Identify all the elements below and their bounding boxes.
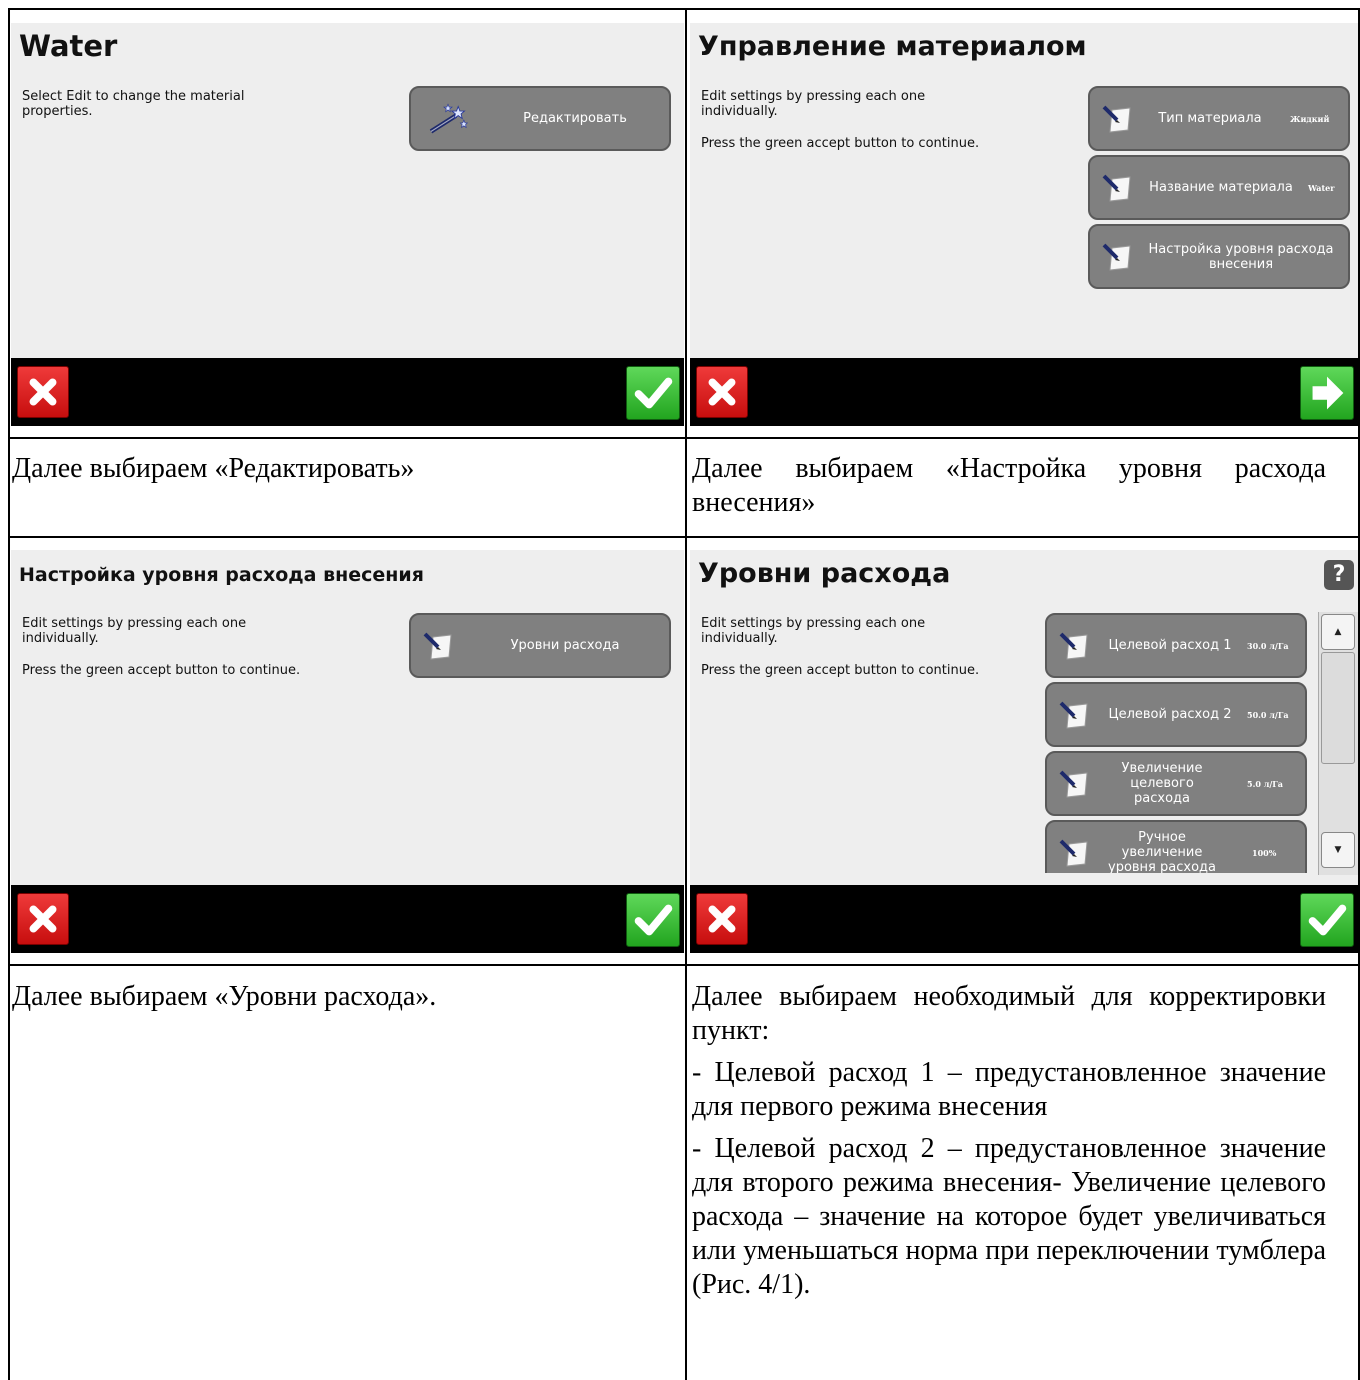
accept-button[interactable] xyxy=(1300,893,1354,947)
cancel-x-icon xyxy=(708,378,736,406)
target-rate-2-button[interactable]: Целевой расход 2 50.0 л/Га xyxy=(1045,682,1307,747)
scroll-up-button[interactable]: ▲ xyxy=(1321,614,1355,650)
table-row-divider-3 xyxy=(8,964,1360,966)
scroll-down-button[interactable]: ▼ xyxy=(1321,832,1355,868)
cancel-button[interactable] xyxy=(696,893,748,945)
cancel-x-icon xyxy=(29,905,57,933)
edit-pencil-icon xyxy=(1102,174,1131,202)
table-border-middle xyxy=(685,8,687,1380)
material-name-button[interactable]: Название материала Water xyxy=(1088,155,1350,220)
screen-description: Select Edit to change the material prope… xyxy=(22,89,312,136)
bottom-toolbar xyxy=(11,358,684,426)
screen-title: Управление материалом xyxy=(698,31,1087,62)
table-row-divider-2 xyxy=(8,536,1360,538)
description-text-2: Press the green accept button to continu… xyxy=(701,136,980,151)
caption-edit: Далее выбираем «Редактировать» xyxy=(12,453,415,484)
caption-items-intro: Далее выбираем необходимый для корректир… xyxy=(692,981,1326,1046)
cancel-x-icon xyxy=(29,378,57,406)
material-type-button[interactable]: Тип материала Жидкий xyxy=(1088,86,1350,151)
cancel-button[interactable] xyxy=(17,893,69,945)
rate-settings-button[interactable]: Настройка уровня расхода внесения xyxy=(1088,224,1350,289)
screen-title: Уровни расхода xyxy=(698,558,951,589)
manual-rate-increase-label: Ручное увеличение уровня расхода xyxy=(1108,830,1216,873)
edit-pencil-icon xyxy=(1059,839,1088,867)
edit-button-label: Редактировать xyxy=(523,111,627,126)
help-button[interactable]: ? xyxy=(1324,560,1354,590)
cancel-button[interactable] xyxy=(696,366,748,418)
rate-increment-button[interactable]: Увеличение целевого расхода 5.0 л/Га xyxy=(1045,751,1307,816)
edit-pencil-icon xyxy=(1102,243,1131,271)
edit-pencil-icon xyxy=(1059,701,1088,729)
screen-title: Water xyxy=(19,29,118,63)
material-type-label: Тип материала xyxy=(1158,111,1262,126)
description-text-2: Press the green accept button to continu… xyxy=(701,663,980,678)
description-text-2: Press the green accept button to continu… xyxy=(22,663,301,678)
target-rate-2-value: 50.0 л/Га xyxy=(1247,709,1289,720)
description-text: Select Edit to change the material prope… xyxy=(22,89,245,119)
material-type-value: Жидкий xyxy=(1290,113,1330,124)
magic-wand-icon xyxy=(429,102,469,133)
bottom-toolbar xyxy=(690,885,1358,953)
screen-description: Edit settings by pressing each one indiv… xyxy=(701,89,991,168)
screen-water: Water Select Edit to change the material… xyxy=(11,23,684,426)
rate-settings-label: Настройка уровня расхода внесения xyxy=(1148,241,1334,272)
next-arrow-icon xyxy=(1312,376,1344,410)
rate-levels-label: Уровни расхода xyxy=(510,638,620,653)
accept-check-icon xyxy=(634,377,673,409)
edit-pencil-icon xyxy=(423,632,452,660)
next-button[interactable] xyxy=(1300,366,1354,420)
table-border-left xyxy=(8,8,10,1380)
manual-rate-increase-value: 100% xyxy=(1252,847,1277,858)
rate-levels-button[interactable]: Уровни расхода xyxy=(409,613,671,678)
screen-material-management: Управление материалом Edit settings by p… xyxy=(690,23,1358,426)
target-rate-1-label: Целевой расход 1 xyxy=(1108,638,1232,653)
screen-description: Edit settings by pressing each one indiv… xyxy=(701,616,991,695)
accept-button[interactable] xyxy=(626,893,680,947)
target-rate-1-value: 30.0 л/Га xyxy=(1247,640,1289,651)
manual-rate-increase-button[interactable]: Ручное увеличение уровня расхода 100% xyxy=(1045,820,1307,873)
caption-items: Далее выбираем необходимый для корректир… xyxy=(692,980,1326,1302)
screen-title: Настройка уровня расхода внесения xyxy=(19,564,424,586)
target-rate-2-label: Целевой расход 2 xyxy=(1108,707,1232,722)
accept-button[interactable] xyxy=(626,366,680,420)
screen-description: Edit settings by pressing each one indiv… xyxy=(22,616,312,695)
edit-button[interactable]: Редактировать xyxy=(409,86,671,151)
accept-check-icon xyxy=(1308,904,1347,936)
edit-pencil-icon xyxy=(1102,105,1131,133)
material-name-value: Water xyxy=(1308,182,1335,193)
target-rate-1-button[interactable]: Целевой расход 1 30.0 л/Га xyxy=(1045,613,1307,678)
caption-rate-levels: Далее выбираем «Уровни расхода». xyxy=(12,981,437,1012)
rate-list: Целевой расход 1 30.0 л/Га Целевой расхо… xyxy=(1045,610,1308,873)
description-text-1: Edit settings by pressing each one indiv… xyxy=(701,89,926,119)
cancel-x-icon xyxy=(708,905,736,933)
rate-increment-value: 5.0 л/Га xyxy=(1247,778,1283,789)
cancel-button[interactable] xyxy=(17,366,69,418)
caption-items-target-1: - Целевой расход 1 – предустановленное з… xyxy=(692,1057,1326,1122)
table-row-divider-1 xyxy=(8,437,1360,439)
caption-items-target-2: - Целевой расход 2 – предустановленное з… xyxy=(692,1133,1326,1300)
scroll-thumb[interactable] xyxy=(1321,652,1355,764)
caption-rate-settings: Далее выбираем «Настройка уровня расхода… xyxy=(692,452,1326,520)
screen-rate-levels: Уровни расхода ? Edit settings by pressi… xyxy=(690,550,1358,953)
accept-check-icon xyxy=(634,904,673,936)
bottom-toolbar xyxy=(690,358,1358,426)
scrollbar[interactable]: ▲ ▼ xyxy=(1318,612,1358,875)
description-text-1: Edit settings by pressing each one indiv… xyxy=(701,616,926,646)
table-border-top xyxy=(8,8,1360,10)
edit-pencil-icon xyxy=(1059,770,1088,798)
rate-increment-label: Увеличение целевого расхода xyxy=(1121,761,1203,806)
edit-pencil-icon xyxy=(1059,632,1088,660)
description-text-1: Edit settings by pressing each one indiv… xyxy=(22,616,247,646)
screen-rate-settings: Настройка уровня расхода внесения Edit s… xyxy=(11,550,684,953)
material-name-label: Название материала xyxy=(1149,180,1293,195)
bottom-toolbar xyxy=(11,885,684,953)
caption-rate-settings-text: Далее выбираем «Настройка уровня расхода… xyxy=(692,453,1326,518)
